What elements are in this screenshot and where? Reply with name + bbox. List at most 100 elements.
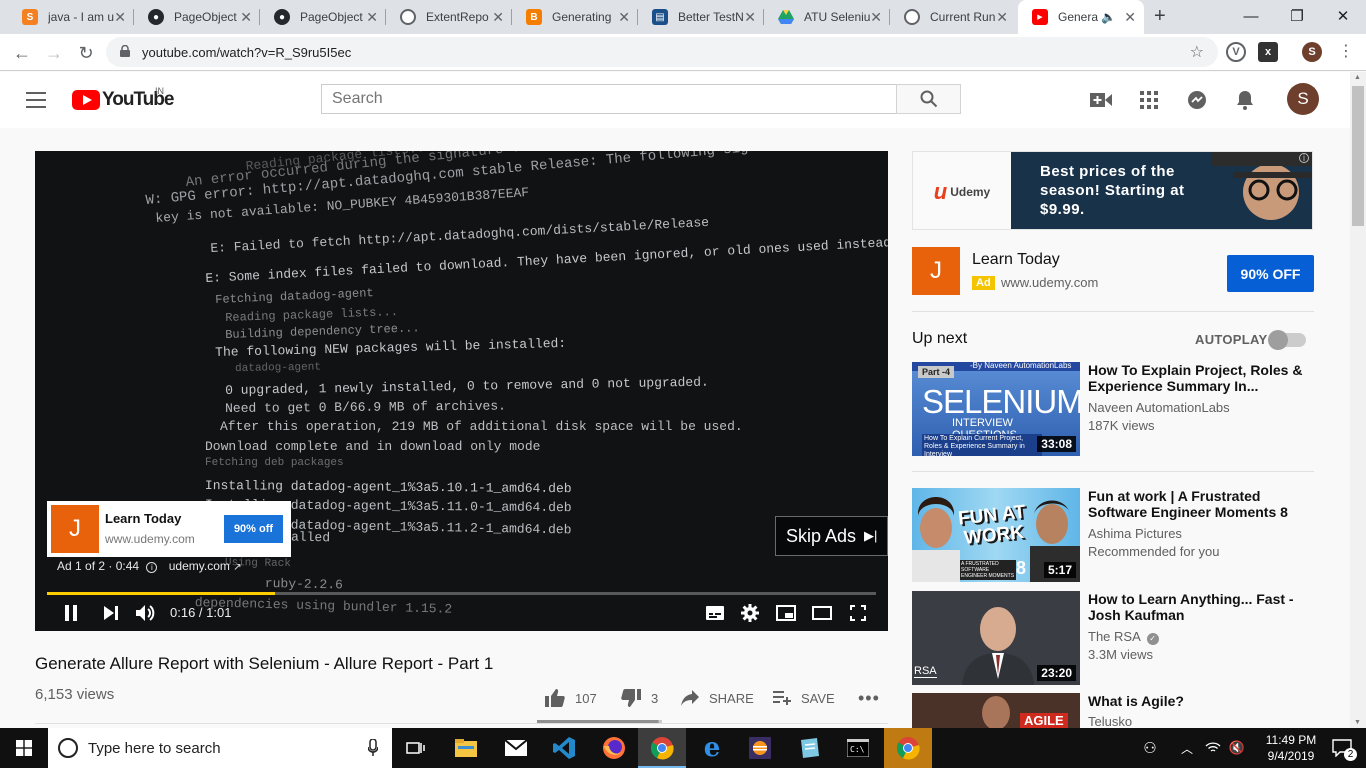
- mail-icon[interactable]: [492, 728, 540, 768]
- close-tab-icon[interactable]: ✕: [618, 10, 630, 24]
- maximize-button[interactable]: ❐: [1274, 0, 1320, 32]
- progress-bar[interactable]: [47, 592, 876, 595]
- address-bar[interactable]: youtube.com/watch?v=R_S9ru5I5ec ☆: [106, 37, 1218, 67]
- like-button[interactable]: 107: [545, 689, 597, 707]
- back-button[interactable]: ←: [8, 39, 36, 67]
- share-button[interactable]: SHARE: [681, 689, 754, 707]
- video-thumbnail[interactable]: FUN AT WORK A FRUSTRATED SOFTWARE ENGINE…: [912, 488, 1080, 582]
- channel-name[interactable]: Ashima Pictures: [1088, 526, 1182, 541]
- subtitles-button[interactable]: [704, 602, 726, 624]
- messages-icon[interactable]: [1185, 88, 1209, 112]
- up-next-video[interactable]: RSA 23:20 How to Learn Anything... Fast …: [912, 591, 1314, 685]
- video-thumbnail[interactable]: RSA 23:20: [912, 591, 1080, 685]
- wifi-icon[interactable]: [1200, 728, 1226, 768]
- miniplayer-button[interactable]: [775, 602, 797, 624]
- video-title[interactable]: Fun at work | A Frustrated Software Engi…: [1088, 488, 1308, 520]
- up-next-video[interactable]: AGILE What is Agile? Telusko: [912, 693, 1314, 728]
- tab-pageobject-1[interactable]: ● PageObject ✕: [134, 0, 260, 34]
- page-scrollbar[interactable]: ▲ ▼: [1350, 72, 1366, 728]
- notifications-bell-icon[interactable]: [1233, 88, 1257, 112]
- taskbar-search-box[interactable]: Type here to search: [48, 728, 392, 768]
- close-tab-icon[interactable]: ✕: [996, 10, 1008, 24]
- video-thumbnail[interactable]: -By Naveen AutomationLabs Part -4 SELENI…: [912, 362, 1080, 456]
- action-center-icon[interactable]: 2: [1318, 728, 1366, 768]
- channel-name[interactable]: The RSA: [1088, 629, 1140, 644]
- video-thumbnail[interactable]: AGILE: [912, 693, 1080, 728]
- youtube-logo[interactable]: YouTube IN: [72, 86, 174, 111]
- new-tab-button[interactable]: +: [1154, 5, 1166, 28]
- close-tab-icon[interactable]: ✕: [870, 10, 882, 24]
- close-window-button[interactable]: ✕: [1320, 0, 1366, 32]
- menu-kebab-icon[interactable]: ⋮: [1338, 41, 1354, 61]
- tab-atu-selenium[interactable]: ATU Seleniu ✕: [764, 0, 890, 34]
- next-button[interactable]: [101, 602, 121, 624]
- account-avatar[interactable]: S: [1287, 83, 1319, 115]
- chrome-icon[interactable]: [638, 728, 686, 768]
- ad-cta-button[interactable]: 90% off: [224, 515, 283, 543]
- firefox-icon[interactable]: [590, 728, 638, 768]
- command-prompt-icon[interactable]: C:\: [834, 728, 882, 768]
- close-tab-icon[interactable]: ✕: [114, 10, 126, 24]
- close-tab-icon[interactable]: ✕: [240, 10, 252, 24]
- create-video-icon[interactable]: [1089, 88, 1113, 112]
- speaker-icon[interactable]: 🔈: [1101, 10, 1116, 24]
- scroll-down-arrow-icon[interactable]: ▼: [1354, 719, 1361, 726]
- guide-menu-icon[interactable]: [26, 92, 46, 108]
- channel-name[interactable]: Naveen AutomationLabs: [1088, 400, 1230, 415]
- tab-extentreport[interactable]: ExtentRepo ✕: [386, 0, 512, 34]
- tab-youtube-active[interactable]: ▶ Genera 🔈 ✕: [1018, 0, 1144, 34]
- volume-muted-icon[interactable]: 🔇: [1224, 728, 1250, 768]
- close-tab-icon[interactable]: ✕: [492, 10, 504, 24]
- ad-choices-icon[interactable]: i: [1299, 153, 1309, 163]
- channel-name[interactable]: Telusko: [1088, 714, 1132, 728]
- fullscreen-button[interactable]: [847, 602, 869, 624]
- search-button[interactable]: [896, 84, 961, 114]
- pause-button[interactable]: [61, 602, 81, 624]
- apps-grid-icon[interactable]: [1137, 88, 1161, 112]
- profile-avatar[interactable]: S: [1302, 42, 1322, 62]
- chrome-second-window-icon[interactable]: [884, 728, 932, 768]
- search-input[interactable]: [322, 85, 896, 113]
- tab-better-testng[interactable]: ▤ Better TestN ✕: [638, 0, 764, 34]
- display-ad-banner[interactable]: u Udemy Best prices of the season! Start…: [912, 151, 1313, 230]
- autoplay-toggle[interactable]: [1268, 330, 1306, 350]
- bookmark-star-icon[interactable]: ☆: [1190, 42, 1204, 62]
- extension-icon[interactable]: x: [1258, 42, 1278, 62]
- tab-pageobject-2[interactable]: ● PageObject ✕: [260, 0, 386, 34]
- scrollbar-thumb[interactable]: [1352, 86, 1364, 226]
- close-tab-icon[interactable]: ✕: [1124, 10, 1136, 24]
- edge-icon[interactable]: e: [688, 728, 736, 768]
- companion-cta-button[interactable]: 90% OFF: [1227, 255, 1314, 292]
- start-button[interactable]: [0, 728, 48, 768]
- dislike-button[interactable]: 3: [621, 689, 658, 707]
- theater-mode-button[interactable]: [811, 602, 833, 624]
- video-title[interactable]: What is Agile?: [1088, 693, 1308, 709]
- video-title[interactable]: How to Learn Anything... Fast - Josh Kau…: [1088, 591, 1308, 623]
- file-explorer-icon[interactable]: [442, 728, 490, 768]
- forward-button[interactable]: →: [40, 39, 68, 67]
- microphone-icon[interactable]: [368, 739, 378, 756]
- search-box[interactable]: [321, 84, 897, 114]
- tab-current-run[interactable]: Current Run ✕: [890, 0, 1016, 34]
- vscode-icon[interactable]: [540, 728, 588, 768]
- channel-name-row[interactable]: The RSA ✓: [1088, 629, 1159, 645]
- up-next-video[interactable]: FUN AT WORK A FRUSTRATED SOFTWARE ENGINE…: [912, 488, 1314, 582]
- reload-button[interactable]: ↻: [72, 39, 100, 67]
- task-view-icon[interactable]: [392, 728, 440, 768]
- overlay-ad[interactable]: J Learn Today www.udemy.com 90% off: [47, 501, 291, 557]
- people-icon[interactable]: ⚇: [1130, 728, 1170, 768]
- notes-app-icon[interactable]: [786, 728, 834, 768]
- vimeo-extension-icon[interactable]: V: [1226, 42, 1246, 62]
- scroll-up-arrow-icon[interactable]: ▲: [1354, 74, 1361, 81]
- more-actions-icon[interactable]: •••: [858, 688, 880, 708]
- eclipse-ide-icon[interactable]: [736, 728, 784, 768]
- info-icon[interactable]: i: [146, 562, 158, 573]
- save-button[interactable]: SAVE: [773, 689, 835, 707]
- settings-button[interactable]: [739, 602, 761, 624]
- system-clock[interactable]: 11:49 PM 9/4/2019: [1258, 732, 1324, 764]
- tab-java[interactable]: S java - I am u ✕: [8, 0, 134, 34]
- video-title[interactable]: How To Explain Project, Roles & Experien…: [1088, 362, 1308, 394]
- tab-generating[interactable]: B Generating ✕: [512, 0, 638, 34]
- close-tab-icon[interactable]: ✕: [744, 10, 756, 24]
- minimize-button[interactable]: —: [1228, 0, 1274, 32]
